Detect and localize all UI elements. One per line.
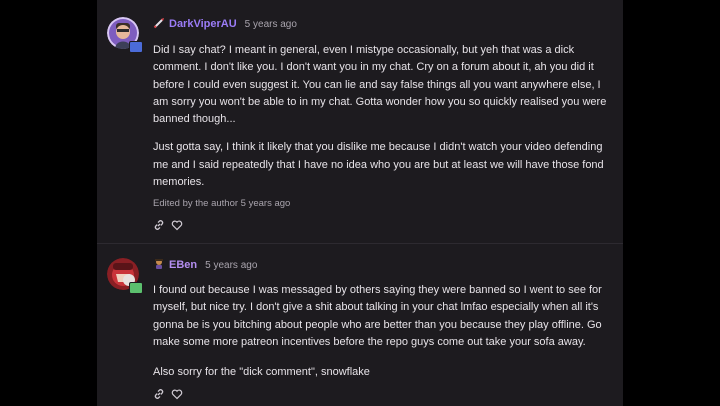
heart-icon[interactable] <box>171 388 183 400</box>
status-badge <box>129 41 143 53</box>
username[interactable]: EBen <box>169 259 197 271</box>
comment-paragraph: I found out because I was messaged by ot… <box>153 284 602 348</box>
link-icon[interactable] <box>153 219 165 231</box>
comment-eben: EBen 5 years ago I found out because I w… <box>97 244 623 406</box>
comments-panel: DarkViperAU 5 years ago Did I say chat? … <box>97 0 623 406</box>
edited-note: Edited by the author 5 years ago <box>153 198 291 209</box>
rocket-icon <box>153 17 165 32</box>
status-badge <box>129 282 143 294</box>
comment-header: DarkViperAU 5 years ago <box>153 16 297 32</box>
comment-header: EBen 5 years ago <box>153 257 257 273</box>
heart-icon[interactable] <box>171 219 183 231</box>
comment-paragraph: Also sorry for the "dick comment", snowf… <box>153 366 370 379</box>
timestamp[interactable]: 5 years ago <box>205 260 257 271</box>
username[interactable]: DarkViperAU <box>169 18 237 30</box>
comment-paragraph: Did I say chat? I meant in general, even… <box>153 44 607 126</box>
comment-paragraph: Just gotta say, I think it likely that y… <box>153 141 604 189</box>
comment-body: Did I say chat? I meant in general, even… <box>153 42 613 191</box>
timestamp[interactable]: 5 years ago <box>245 19 297 30</box>
comment-actions <box>153 388 183 400</box>
comment-actions <box>153 219 183 231</box>
character-icon <box>153 258 165 273</box>
comment-darkviperau: DarkViperAU 5 years ago Did I say chat? … <box>97 0 623 243</box>
link-icon[interactable] <box>153 388 165 400</box>
comment-body: I found out because I was messaged by ot… <box>153 282 613 381</box>
